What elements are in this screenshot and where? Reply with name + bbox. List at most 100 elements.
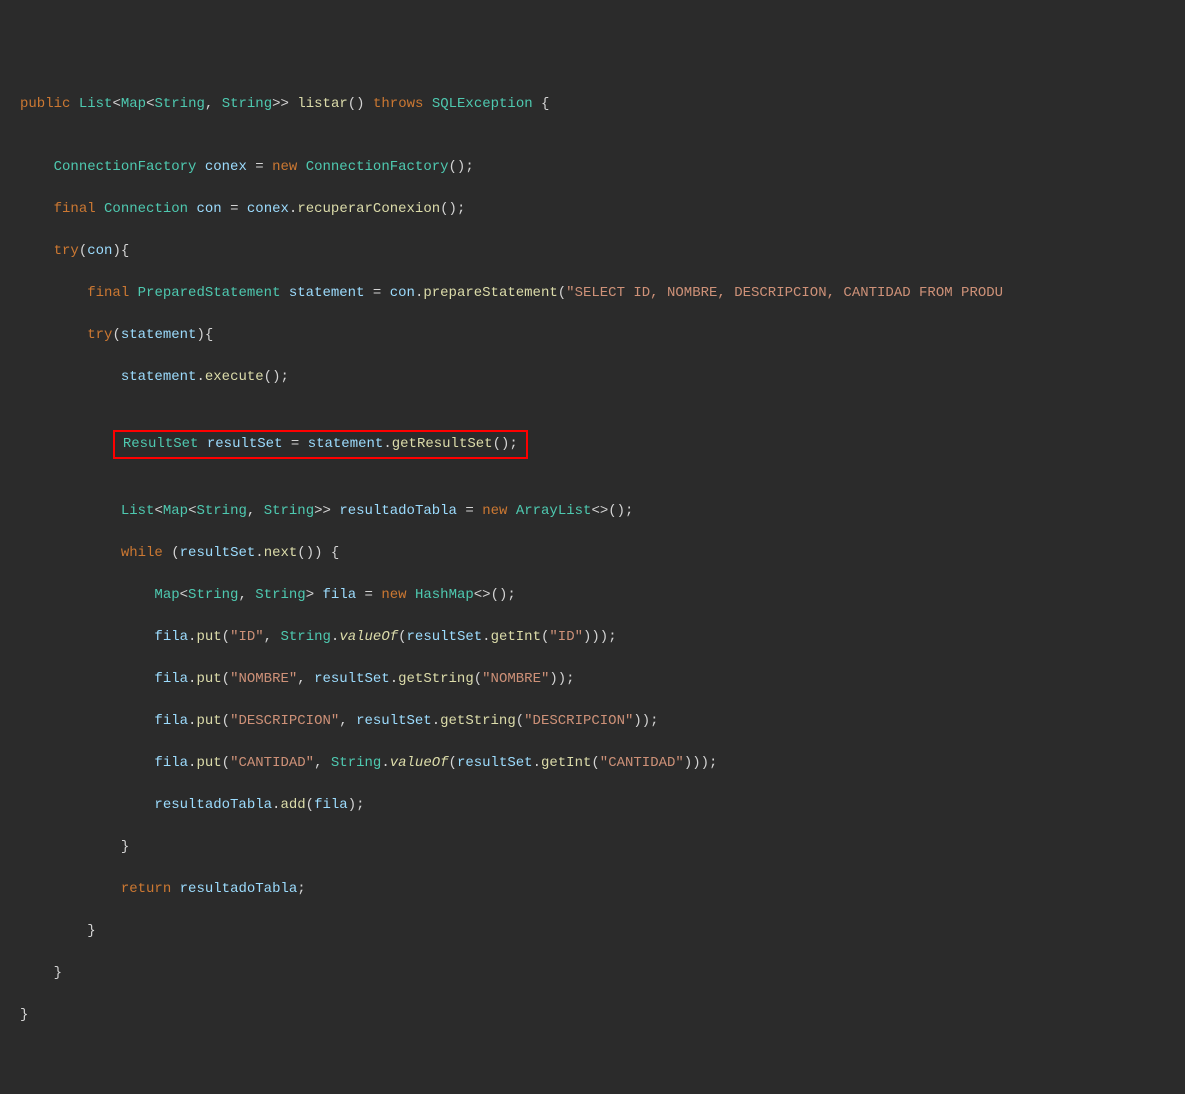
- keyword-try: try: [87, 327, 112, 343]
- code-line: return resultadoTabla;: [20, 879, 1185, 900]
- method-put: put: [196, 629, 221, 645]
- type-map: Map: [121, 96, 146, 112]
- keyword-throws: throws: [373, 96, 423, 112]
- method-getstring: getString: [398, 671, 474, 687]
- method-listar: listar: [297, 96, 347, 112]
- method-put: put: [196, 755, 221, 771]
- string-nombre: "NOMBRE": [482, 671, 549, 687]
- method-put: put: [196, 671, 221, 687]
- method-getresultset: getResultSet: [392, 436, 493, 452]
- var-con: con: [196, 201, 221, 217]
- type-string: String: [154, 96, 204, 112]
- type-connectionfactory: ConnectionFactory: [54, 159, 197, 175]
- var-con: con: [390, 285, 415, 301]
- var-resultset: resultSet: [407, 629, 483, 645]
- type-list: List: [121, 503, 155, 519]
- code-line: }: [20, 963, 1185, 984]
- code-line: fila.put("CANTIDAD", String.valueOf(resu…: [20, 753, 1185, 774]
- code-line: Map<String, String> fila = new HashMap<>…: [20, 585, 1185, 606]
- code-line: ConnectionFactory conex = new Connection…: [20, 157, 1185, 178]
- type-preparedstatement: PreparedStatement: [138, 285, 281, 301]
- string-select-query: "SELECT ID, NOMBRE, DESCRIPCION, CANTIDA…: [566, 285, 1003, 301]
- var-resultset: resultSet: [207, 436, 283, 452]
- string-id: "ID": [549, 629, 583, 645]
- var-statement: statement: [308, 436, 384, 452]
- keyword-new: new: [381, 587, 406, 603]
- var-fila: fila: [154, 755, 188, 771]
- type-string: String: [188, 587, 238, 603]
- method-recuperarconexion: recuperarConexion: [297, 201, 440, 217]
- var-statement: statement: [121, 369, 197, 385]
- var-con: con: [87, 243, 112, 259]
- var-fila: fila: [154, 629, 188, 645]
- code-line: final PreparedStatement statement = con.…: [20, 283, 1185, 304]
- var-statement: statement: [121, 327, 197, 343]
- var-fila: fila: [323, 587, 357, 603]
- code-line: fila.put("ID", String.valueOf(resultSet.…: [20, 627, 1185, 648]
- method-getint: getInt: [491, 629, 541, 645]
- type-connection: Connection: [104, 201, 188, 217]
- var-resultset: resultSet: [356, 713, 432, 729]
- string-cantidad: "CANTIDAD": [600, 755, 684, 771]
- method-valueof: valueOf: [390, 755, 449, 771]
- keyword-return: return: [121, 881, 171, 897]
- method-valueof: valueOf: [339, 629, 398, 645]
- code-line: fila.put("DESCRIPCION", resultSet.getStr…: [20, 711, 1185, 732]
- var-fila: fila: [154, 671, 188, 687]
- type-map: Map: [154, 587, 179, 603]
- string-nombre: "NOMBRE": [230, 671, 297, 687]
- code-line: try(con){: [20, 241, 1185, 262]
- code-line: List<Map<String, String>> resultadoTabla…: [20, 501, 1185, 522]
- code-line: }: [20, 921, 1185, 942]
- var-resultadotabla: resultadoTabla: [154, 797, 272, 813]
- code-line: }: [20, 1005, 1185, 1026]
- method-getstring: getString: [440, 713, 516, 729]
- var-resultset: resultSet: [457, 755, 533, 771]
- type-resultset: ResultSet: [123, 436, 199, 452]
- method-add: add: [280, 797, 305, 813]
- var-statement: statement: [289, 285, 365, 301]
- code-line: resultadoTabla.add(fila);: [20, 795, 1185, 816]
- var-resultset: resultSet: [180, 545, 256, 561]
- keyword-try: try: [54, 243, 79, 259]
- keyword-final: final: [87, 285, 129, 301]
- type-string: String: [264, 503, 314, 519]
- type-string: String: [280, 629, 330, 645]
- string-cantidad: "CANTIDAD": [230, 755, 314, 771]
- code-line: try(statement){: [20, 325, 1185, 346]
- method-preparestatement: prepareStatement: [423, 285, 557, 301]
- var-conex: conex: [247, 201, 289, 217]
- method-next: next: [264, 545, 298, 561]
- code-line: }: [20, 837, 1185, 858]
- string-descripcion: "DESCRIPCION": [230, 713, 339, 729]
- type-string: String: [331, 755, 381, 771]
- type-connectionfactory: ConnectionFactory: [306, 159, 449, 175]
- string-descripcion: "DESCRIPCION": [524, 713, 633, 729]
- code-editor[interactable]: public List<Map<String, String>> listar(…: [20, 94, 1185, 1026]
- keyword-while: while: [121, 545, 163, 561]
- var-resultadotabla: resultadoTabla: [180, 881, 298, 897]
- keyword-final: final: [54, 201, 96, 217]
- code-line: public List<Map<String, String>> listar(…: [20, 94, 1185, 115]
- type-list: List: [79, 96, 113, 112]
- var-fila: fila: [154, 713, 188, 729]
- var-resultadotabla: resultadoTabla: [339, 503, 457, 519]
- method-execute: execute: [205, 369, 264, 385]
- type-string: String: [196, 503, 246, 519]
- highlight-box: ResultSet resultSet = statement.getResul…: [113, 430, 528, 459]
- type-hashmap: HashMap: [415, 587, 474, 603]
- type-arraylist: ArrayList: [516, 503, 592, 519]
- type-sqlexception: SQLException: [432, 96, 533, 112]
- code-line: fila.put("NOMBRE", resultSet.getString("…: [20, 669, 1185, 690]
- method-put: put: [196, 713, 221, 729]
- keyword-new: new: [272, 159, 297, 175]
- method-getint: getInt: [541, 755, 591, 771]
- type-string: String: [255, 587, 305, 603]
- var-conex: conex: [205, 159, 247, 175]
- code-line: while (resultSet.next()) {: [20, 543, 1185, 564]
- code-line: final Connection con = conex.recuperarCo…: [20, 199, 1185, 220]
- type-map: Map: [163, 503, 188, 519]
- type-string: String: [222, 96, 272, 112]
- var-resultset: resultSet: [314, 671, 390, 687]
- keyword-new: new: [482, 503, 507, 519]
